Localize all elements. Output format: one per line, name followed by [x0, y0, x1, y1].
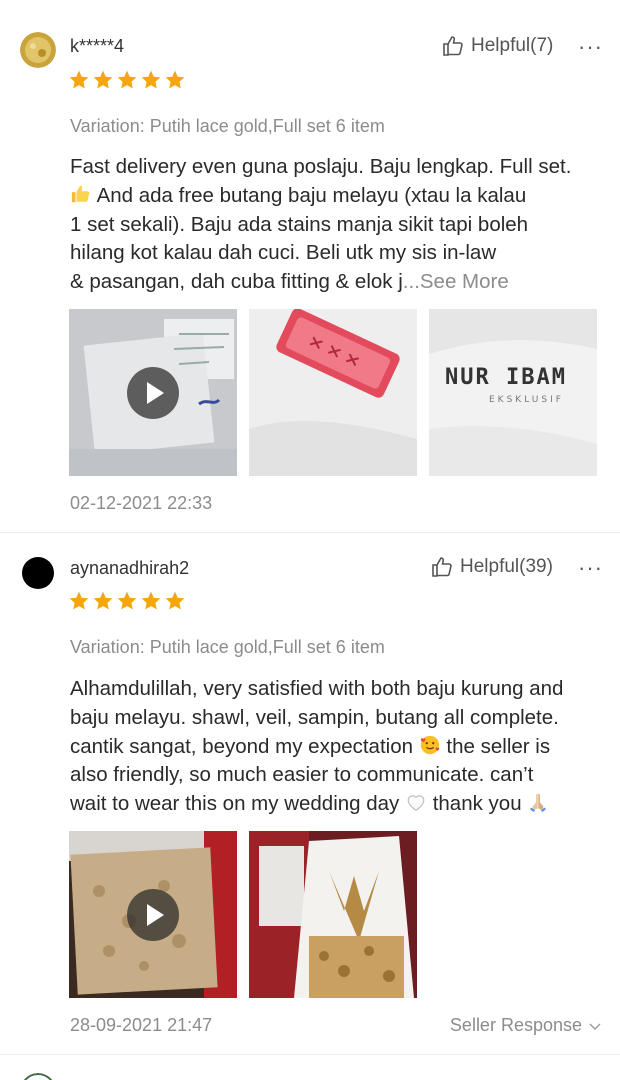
review-line: 1 set sekali). Baju ada stains manja sik… [70, 212, 529, 236]
star-icon [69, 70, 89, 89]
review-line: & pasangan, dah cuba fitting & elok j [70, 270, 403, 294]
thumbs-up-icon [443, 36, 463, 56]
review-video-thumbnail[interactable] [69, 309, 237, 476]
play-icon[interactable] [127, 888, 179, 941]
star-icon [93, 591, 113, 610]
username[interactable]: aynanadhirah2 [70, 558, 189, 579]
more-dots-icon[interactable]: ··· [578, 557, 603, 579]
variation-label: Variation: Putih lace gold,Full set 6 it… [70, 637, 385, 657]
folded-hands-icon [530, 793, 547, 813]
review-line-wrap: wait to wear this on my wedding day than… [70, 790, 610, 819]
review-line: thank you [427, 792, 528, 816]
review-body: Fast delivery even guna poslaju. Baju le… [70, 153, 610, 297]
avatar[interactable] [20, 32, 56, 68]
helpful-count: Helpful(7) [471, 35, 554, 56]
review-line: Alhamdulillah, very satisfied with both … [70, 677, 564, 700]
review-date: 02-12-2021 22:33 [70, 493, 213, 513]
see-more-link[interactable]: ...See More [403, 270, 509, 293]
review-line-wrap: & pasangan, dah cuba fitting & elok j...… [70, 268, 610, 297]
seller-response-label: Seller Response [449, 1015, 582, 1035]
review-line-wrap: cantik sangat, beyond my expectation the… [70, 733, 610, 762]
review-photo-thumbnail[interactable] [249, 831, 417, 998]
star-icon [141, 70, 161, 89]
review-line: Fast delivery even guna poslaju. Baju le… [70, 155, 572, 178]
play-icon[interactable] [127, 366, 179, 419]
helpful-button[interactable]: Helpful(7) [441, 34, 553, 58]
thumbs-up-emoji-icon [71, 185, 90, 203]
helpful-count: Helpful(39) [460, 556, 553, 577]
variation-label: Variation: Putih lace gold,Full set 6 it… [70, 116, 385, 136]
review-card: k*****4 Helpful(7) ··· Variation: Putih … [0, 0, 620, 532]
star-icon [165, 591, 185, 610]
star-icon [117, 591, 137, 610]
review-line: the seller is [440, 734, 551, 758]
brand-print: NUR IBAM [445, 365, 567, 390]
star-icon [117, 70, 137, 89]
review-line: And ada free butang baju melayu (xtau la… [92, 183, 527, 207]
more-dots-icon[interactable]: ··· [578, 36, 603, 58]
review-photo-thumbnail[interactable]: NUR IBAM EKSKLUSIF [429, 309, 597, 476]
rating-stars [68, 69, 186, 91]
avatar[interactable] [20, 555, 56, 591]
review-video-thumbnail[interactable] [69, 831, 237, 998]
divider [0, 1054, 620, 1055]
white-heart-icon [407, 795, 425, 812]
review-line-wrap: And ada free butang baju melayu (xtau la… [70, 182, 610, 211]
star-icon [141, 591, 161, 610]
thumbs-up-icon [432, 557, 452, 577]
star-icon [69, 591, 89, 610]
review-line: also friendly, so much easier to communi… [70, 763, 534, 787]
username[interactable]: k*****4 [70, 36, 124, 57]
review-photo-thumbnail[interactable] [249, 309, 417, 476]
rating-stars [68, 590, 186, 612]
smiling-face-hearts-icon [420, 735, 440, 754]
review-line: wait to wear this on my wedding day [70, 792, 405, 816]
avatar[interactable] [20, 1073, 56, 1080]
seller-response-toggle[interactable]: Seller Response [450, 1015, 602, 1036]
review-body: Alhamdulillah, very satisfied with both … [70, 675, 610, 819]
brand-print-sub: EKSKLUSIF [489, 395, 564, 405]
star-icon [93, 70, 113, 89]
helpful-button[interactable]: Helpful(39) [430, 555, 553, 579]
chevron-down-icon [589, 1023, 601, 1030]
star-icon [165, 70, 185, 89]
review-line: baju melayu. shawl, veil, sampin, butang… [70, 705, 559, 729]
review-date: 28-09-2021 21:47 [70, 1015, 213, 1035]
review-line: hilang kot kalau dah cuci. Beli utk my s… [70, 241, 497, 265]
review-line: cantik sangat, beyond my expectation [70, 734, 419, 758]
review-card: aynanadhirah2 Helpful(39) ··· Variation:… [0, 533, 620, 1053]
